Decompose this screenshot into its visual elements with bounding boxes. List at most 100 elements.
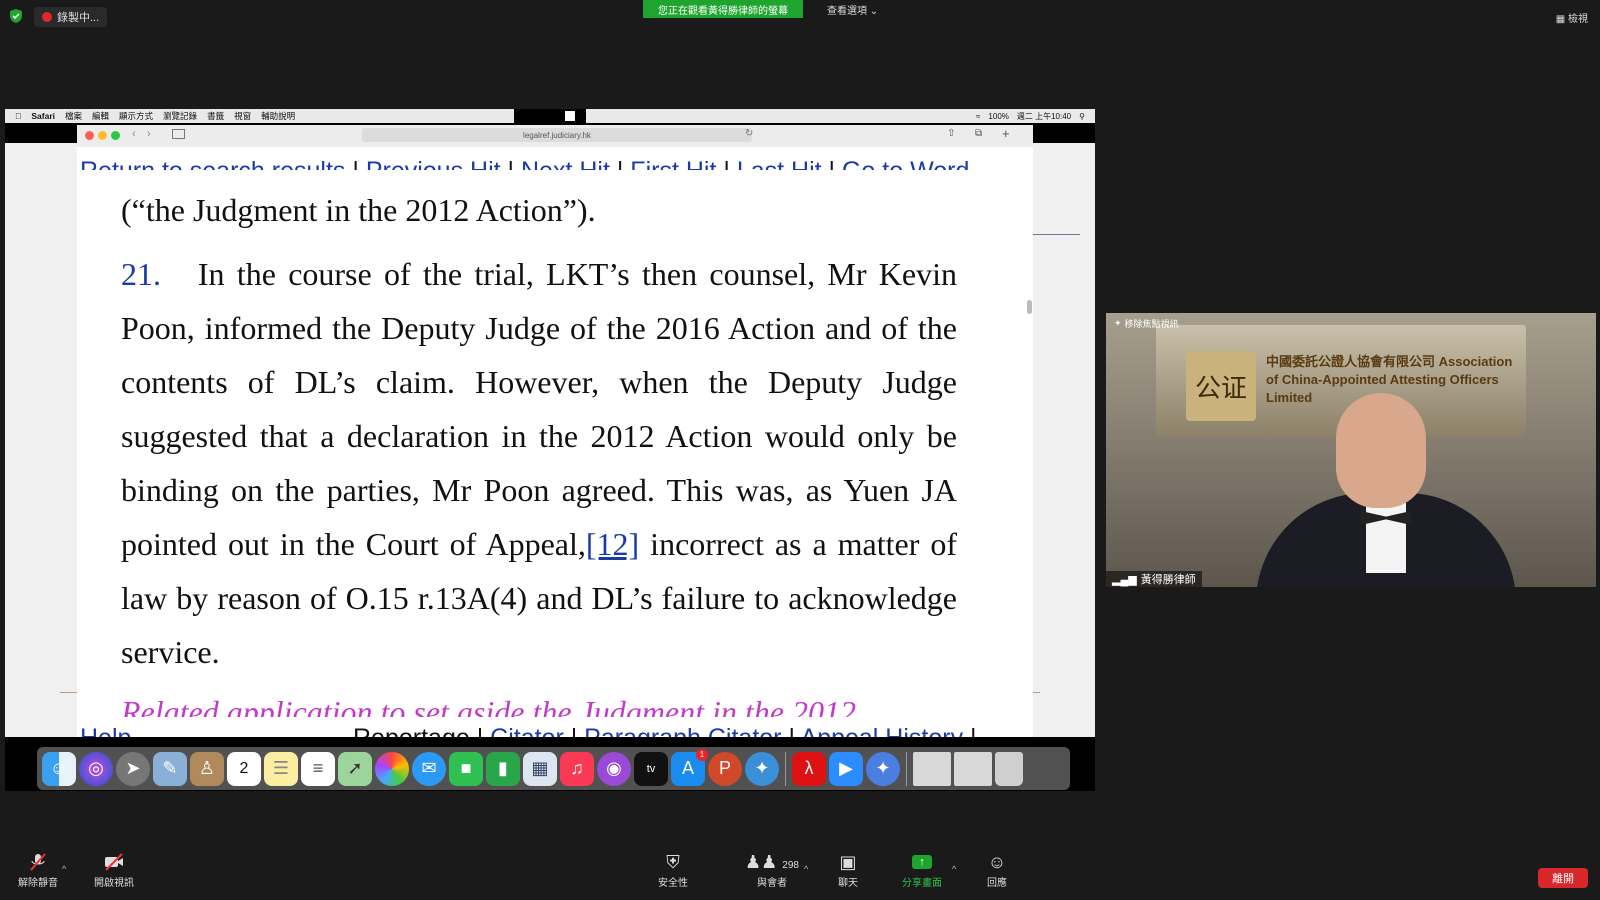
recording-indicator[interactable]: 錄製中... bbox=[34, 7, 108, 27]
siri-icon[interactable]: ◎ bbox=[79, 751, 113, 786]
menu-bookmarks[interactable]: 書籤 bbox=[207, 110, 224, 122]
participants-button[interactable]: ♟♟ 298 與會者 bbox=[745, 852, 799, 889]
back-icon[interactable]: ‹ bbox=[132, 128, 136, 140]
menu-file[interactable]: 檔案 bbox=[65, 110, 82, 122]
safari-icon[interactable]: ✦ bbox=[745, 751, 779, 786]
menu-view[interactable]: 顯示方式 bbox=[119, 110, 153, 122]
start-video-button[interactable]: 開啟視訊 bbox=[94, 852, 134, 889]
launchpad-icon[interactable]: ➤ bbox=[116, 751, 150, 786]
scrollbar-thumb[interactable] bbox=[1027, 300, 1032, 314]
reportage-label: Reportage bbox=[353, 724, 470, 737]
acrobat-icon[interactable]: λ bbox=[792, 751, 826, 786]
appeal-history-link[interactable]: Appeal History bbox=[801, 724, 964, 737]
shield-icon: ⛨ bbox=[666, 852, 680, 872]
battery-label: 100% bbox=[988, 111, 1009, 121]
participant-name: 黃得勝律師 bbox=[1140, 574, 1196, 586]
participant-name-badge: ▂▄▆ 黃得勝律師 bbox=[1106, 571, 1202, 587]
paragraph-citator-link[interactable]: Paragraph Citator bbox=[584, 724, 781, 737]
menu-window[interactable]: 視窗 bbox=[234, 110, 251, 122]
powerpoint-icon[interactable]: P bbox=[708, 751, 742, 786]
participant-video-tile[interactable]: 公证 中國委託公證人協會有限公司 Association of China-Ap… bbox=[1106, 313, 1596, 587]
share-caret-icon[interactable]: ^ bbox=[952, 864, 956, 874]
reactions-button[interactable]: ☺ 回應 bbox=[987, 852, 1007, 889]
web-page: Return to search results | Previous Hit … bbox=[77, 147, 1033, 737]
help-link[interactable]: Help bbox=[80, 724, 131, 737]
pin-icon: ✦ bbox=[1114, 318, 1122, 328]
judgment-reference-line: (“the Judgment in the 2012 Action”). bbox=[121, 192, 596, 228]
numbers-icon[interactable]: ▮ bbox=[486, 751, 520, 786]
apple-icon[interactable]:  bbox=[15, 111, 21, 121]
tabs-icon[interactable]: ⧉ bbox=[975, 128, 982, 139]
zoom-toolbar bbox=[0, 845, 1600, 900]
screenshot-icon[interactable] bbox=[913, 751, 951, 786]
recording-label: 錄製中... bbox=[57, 12, 100, 24]
music-icon[interactable]: ♫ bbox=[560, 751, 594, 786]
leave-button[interactable]: 離開 bbox=[1538, 868, 1588, 888]
zoom-top-bar: 錄製中... 您正在觀看黃得勝律師的螢幕 查看選項 ⌄ ▦ 檢視 bbox=[0, 0, 1600, 34]
shield-icon[interactable] bbox=[8, 8, 24, 24]
last-hit-link[interactable]: Last Hit bbox=[737, 157, 822, 170]
menu-help[interactable]: 輔助說明 bbox=[261, 110, 295, 122]
view-options-button[interactable]: 查看選項 ⌄ bbox=[827, 2, 878, 17]
footnote-link[interactable]: [12] bbox=[586, 526, 639, 562]
start-video-label: 開啟視訊 bbox=[94, 878, 134, 889]
stop-share-icon[interactable] bbox=[565, 111, 575, 121]
podcasts-icon[interactable]: ◉ bbox=[597, 751, 631, 786]
reminders-icon[interactable]: ≡ bbox=[301, 751, 335, 786]
facetime-icon[interactable]: ■ bbox=[449, 751, 483, 786]
screenshot2-icon[interactable] bbox=[954, 751, 992, 786]
clock-label[interactable]: 週二 上午10:40 bbox=[1017, 111, 1071, 122]
new-tab-icon[interactable]: + bbox=[1002, 126, 1010, 141]
dock-divider bbox=[785, 751, 786, 786]
go-to-word-link[interactable]: Go to Word bbox=[842, 157, 969, 170]
share-screen-button[interactable]: ↑ 分享畫面 bbox=[902, 852, 942, 889]
audio-options-caret-icon[interactable]: ^ bbox=[62, 864, 66, 874]
safari-tp-icon[interactable]: ✦ bbox=[866, 751, 900, 786]
citator-link[interactable]: Citator bbox=[490, 724, 564, 737]
menu-history[interactable]: 瀏覽記錄 bbox=[163, 110, 197, 122]
preview-icon[interactable]: ✎ bbox=[153, 751, 187, 786]
participants-count: 298 bbox=[782, 860, 799, 871]
appstore-icon[interactable]: A1 bbox=[671, 748, 708, 786]
previous-hit-link[interactable]: Previous Hit bbox=[366, 157, 501, 170]
sidebar-icon[interactable] bbox=[172, 129, 185, 139]
reactions-label: 回應 bbox=[987, 878, 1007, 889]
notes-icon[interactable]: ☰ bbox=[264, 751, 298, 786]
reload-icon[interactable]: ↻ bbox=[745, 128, 753, 139]
photos-icon[interactable] bbox=[375, 751, 409, 786]
participants-caret-icon[interactable]: ^ bbox=[804, 864, 808, 874]
unpin-video-button[interactable]: ✦ 移除焦點視訊 bbox=[1114, 317, 1179, 330]
return-to-search-link[interactable]: Return to search results bbox=[80, 157, 345, 170]
calendar-icon[interactable]: 2 bbox=[227, 751, 261, 786]
page-margin-left bbox=[5, 143, 77, 741]
menu-edit[interactable]: 編輯 bbox=[92, 110, 109, 122]
emoji-icon: ☺ bbox=[987, 852, 1007, 872]
url-bar[interactable]: legalref.judiciary.hk bbox=[362, 128, 752, 142]
chat-button[interactable]: ▣ 聊天 bbox=[838, 852, 858, 889]
next-hit-link[interactable]: Next Hit bbox=[521, 157, 610, 170]
close-icon[interactable] bbox=[85, 131, 94, 140]
first-hit-link[interactable]: First Hit bbox=[630, 157, 716, 170]
messages-icon[interactable]: ✉ bbox=[412, 751, 446, 786]
forward-icon[interactable]: › bbox=[147, 128, 151, 140]
view-mode-button[interactable]: ▦ 檢視 bbox=[1556, 10, 1588, 25]
wifi-icon[interactable]: ≈ bbox=[976, 112, 980, 121]
security-button[interactable]: ⛨ 安全性 bbox=[658, 852, 688, 889]
zoom-window-icon[interactable] bbox=[111, 131, 120, 140]
finder-icon[interactable]: ☺ bbox=[42, 751, 76, 786]
keynote-icon[interactable]: ▦ bbox=[523, 751, 557, 786]
maps-icon[interactable]: ➚ bbox=[338, 751, 372, 786]
trash-icon[interactable] bbox=[995, 751, 1023, 786]
mic-muted-icon bbox=[28, 852, 48, 874]
menu-safari[interactable]: Safari bbox=[31, 111, 55, 121]
zoom-icon[interactable]: ▶ bbox=[829, 751, 863, 786]
minimize-icon[interactable] bbox=[98, 131, 107, 140]
search-nav-links: Return to search results | Previous Hit … bbox=[80, 152, 1030, 170]
record-icon bbox=[42, 12, 52, 22]
spotlight-icon[interactable]: ⚲ bbox=[1079, 112, 1085, 121]
contacts-icon[interactable]: ♙ bbox=[190, 751, 224, 786]
unmute-button[interactable]: 解除靜音 bbox=[18, 852, 58, 889]
share-screen-label: 分享畫面 bbox=[902, 878, 942, 889]
share-icon[interactable]: ⇧ bbox=[947, 128, 955, 139]
appletv-icon[interactable]: tv bbox=[634, 751, 668, 786]
